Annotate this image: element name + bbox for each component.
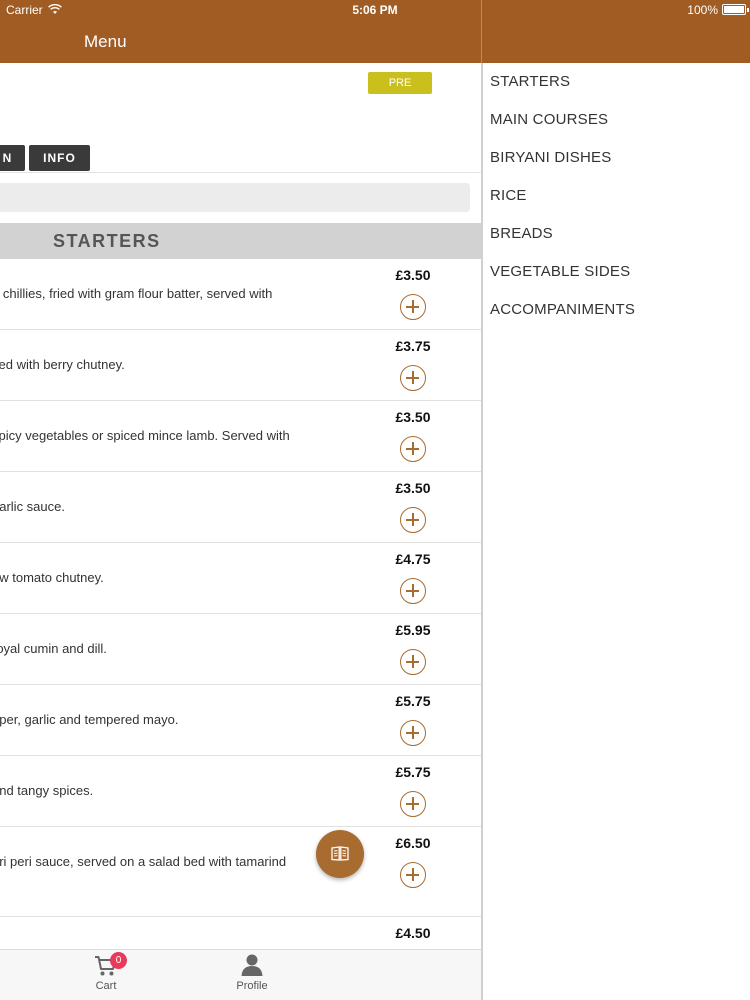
status-bar: Carrier 5:06 PM 100% (0, 0, 750, 20)
menu-item: n chillies, fried with gram flour batter… (0, 259, 482, 330)
item-description: spicy vegetables or spiced mince lamb. S… (0, 428, 290, 443)
item-price: £6.50 (395, 835, 431, 851)
search-input[interactable] (0, 183, 470, 212)
add-to-cart-icon[interactable] (400, 862, 426, 888)
tab-info[interactable]: INFO (29, 145, 90, 171)
add-to-cart-icon[interactable] (400, 436, 426, 462)
tab-profile[interactable]: Profile (212, 950, 292, 1000)
item-price: £5.75 (395, 764, 431, 780)
category-list: STARTERS MAIN COURSES BIRYANI DISHES RIC… (483, 63, 750, 1000)
item-price: £4.50 (395, 925, 431, 941)
menu-book-button[interactable] (316, 830, 364, 878)
cart-label: Cart (95, 980, 117, 992)
item-description: n chillies, fried with gram flour batter… (0, 286, 273, 301)
add-to-cart-icon[interactable] (400, 791, 426, 817)
navigation-bar: Carrier 5:06 PM 100% Menu (0, 0, 750, 63)
add-to-cart-icon[interactable] (400, 507, 426, 533)
item-description: garlic sauce. (0, 499, 65, 514)
menu-item: ved with berry chutney. £3.75 (0, 330, 482, 401)
add-to-cart-icon[interactable] (400, 649, 426, 675)
add-to-cart-icon[interactable] (400, 720, 426, 746)
menu-item: eri peri sauce, served on a salad bed wi… (0, 827, 482, 917)
menu-item: spicy vegetables or spiced mince lamb. S… (0, 401, 482, 472)
divider (0, 172, 482, 173)
page-title: Menu (84, 32, 127, 51)
menu-item: pper, garlic and tempered mayo. £5.75 (0, 685, 482, 756)
category-item-rice[interactable]: RICE (490, 187, 527, 204)
clock: 5:06 PM (352, 3, 398, 17)
category-item-biryani-dishes[interactable]: BIRYANI DISHES (490, 149, 611, 166)
add-to-cart-icon[interactable] (400, 294, 426, 320)
user-icon (241, 954, 263, 976)
menu-item-list: n chillies, fried with gram flour batter… (0, 259, 482, 988)
pre-order-button[interactable]: PRE ORDER (368, 72, 432, 111)
menu-item: royal cumin and dill. £5.95 (0, 614, 482, 685)
tab-menu[interactable]: N (0, 145, 25, 171)
item-description: ow tomato chutney. (0, 570, 104, 585)
category-item-starters[interactable]: STARTERS (490, 73, 570, 90)
menu-item: garlic sauce. £3.50 (0, 472, 482, 543)
menu-item: ow tomato chutney. £4.75 (0, 543, 482, 614)
tab-cart[interactable]: 0 Cart (66, 950, 146, 1000)
category-item-main-courses[interactable]: MAIN COURSES (490, 111, 608, 128)
nav-divider (481, 0, 482, 63)
item-price: £4.75 (395, 551, 431, 567)
menu-item: and tangy spices. £5.75 (0, 756, 482, 827)
cart-count-badge: 0 (110, 952, 127, 969)
item-description: ved with berry chutney. (0, 357, 125, 372)
item-description: eri peri sauce, served on a salad bed wi… (0, 854, 287, 869)
category-item-breads[interactable]: BREADS (490, 225, 553, 242)
add-to-cart-icon[interactable] (400, 578, 426, 604)
category-item-vegetable-sides[interactable]: VEGETABLE SIDES (490, 263, 630, 280)
book-icon (331, 846, 349, 861)
item-description: and tangy spices. (0, 783, 94, 798)
section-header: STARTERS (0, 223, 482, 259)
item-price: £3.50 (395, 480, 431, 496)
section-title: STARTERS (53, 231, 161, 251)
item-price: £3.50 (395, 267, 431, 283)
bottom-tab-bar: 0 Cart Profile (0, 949, 482, 1000)
add-to-cart-icon[interactable] (400, 365, 426, 391)
item-price: £5.95 (395, 622, 431, 638)
menu-content: PRE ORDER N INFO STARTERS n chillies, fr… (0, 63, 482, 1000)
battery-percentage: 100% (687, 3, 718, 17)
profile-label: Profile (236, 980, 268, 992)
item-price: £3.75 (395, 338, 431, 354)
item-description: pper, garlic and tempered mayo. (0, 712, 179, 727)
item-price: £3.50 (395, 409, 431, 425)
battery-icon (722, 4, 749, 15)
item-price: £5.75 (395, 693, 431, 709)
item-description: royal cumin and dill. (0, 641, 107, 656)
category-item-accompaniments[interactable]: ACCOMPANIMENTS (490, 301, 635, 318)
